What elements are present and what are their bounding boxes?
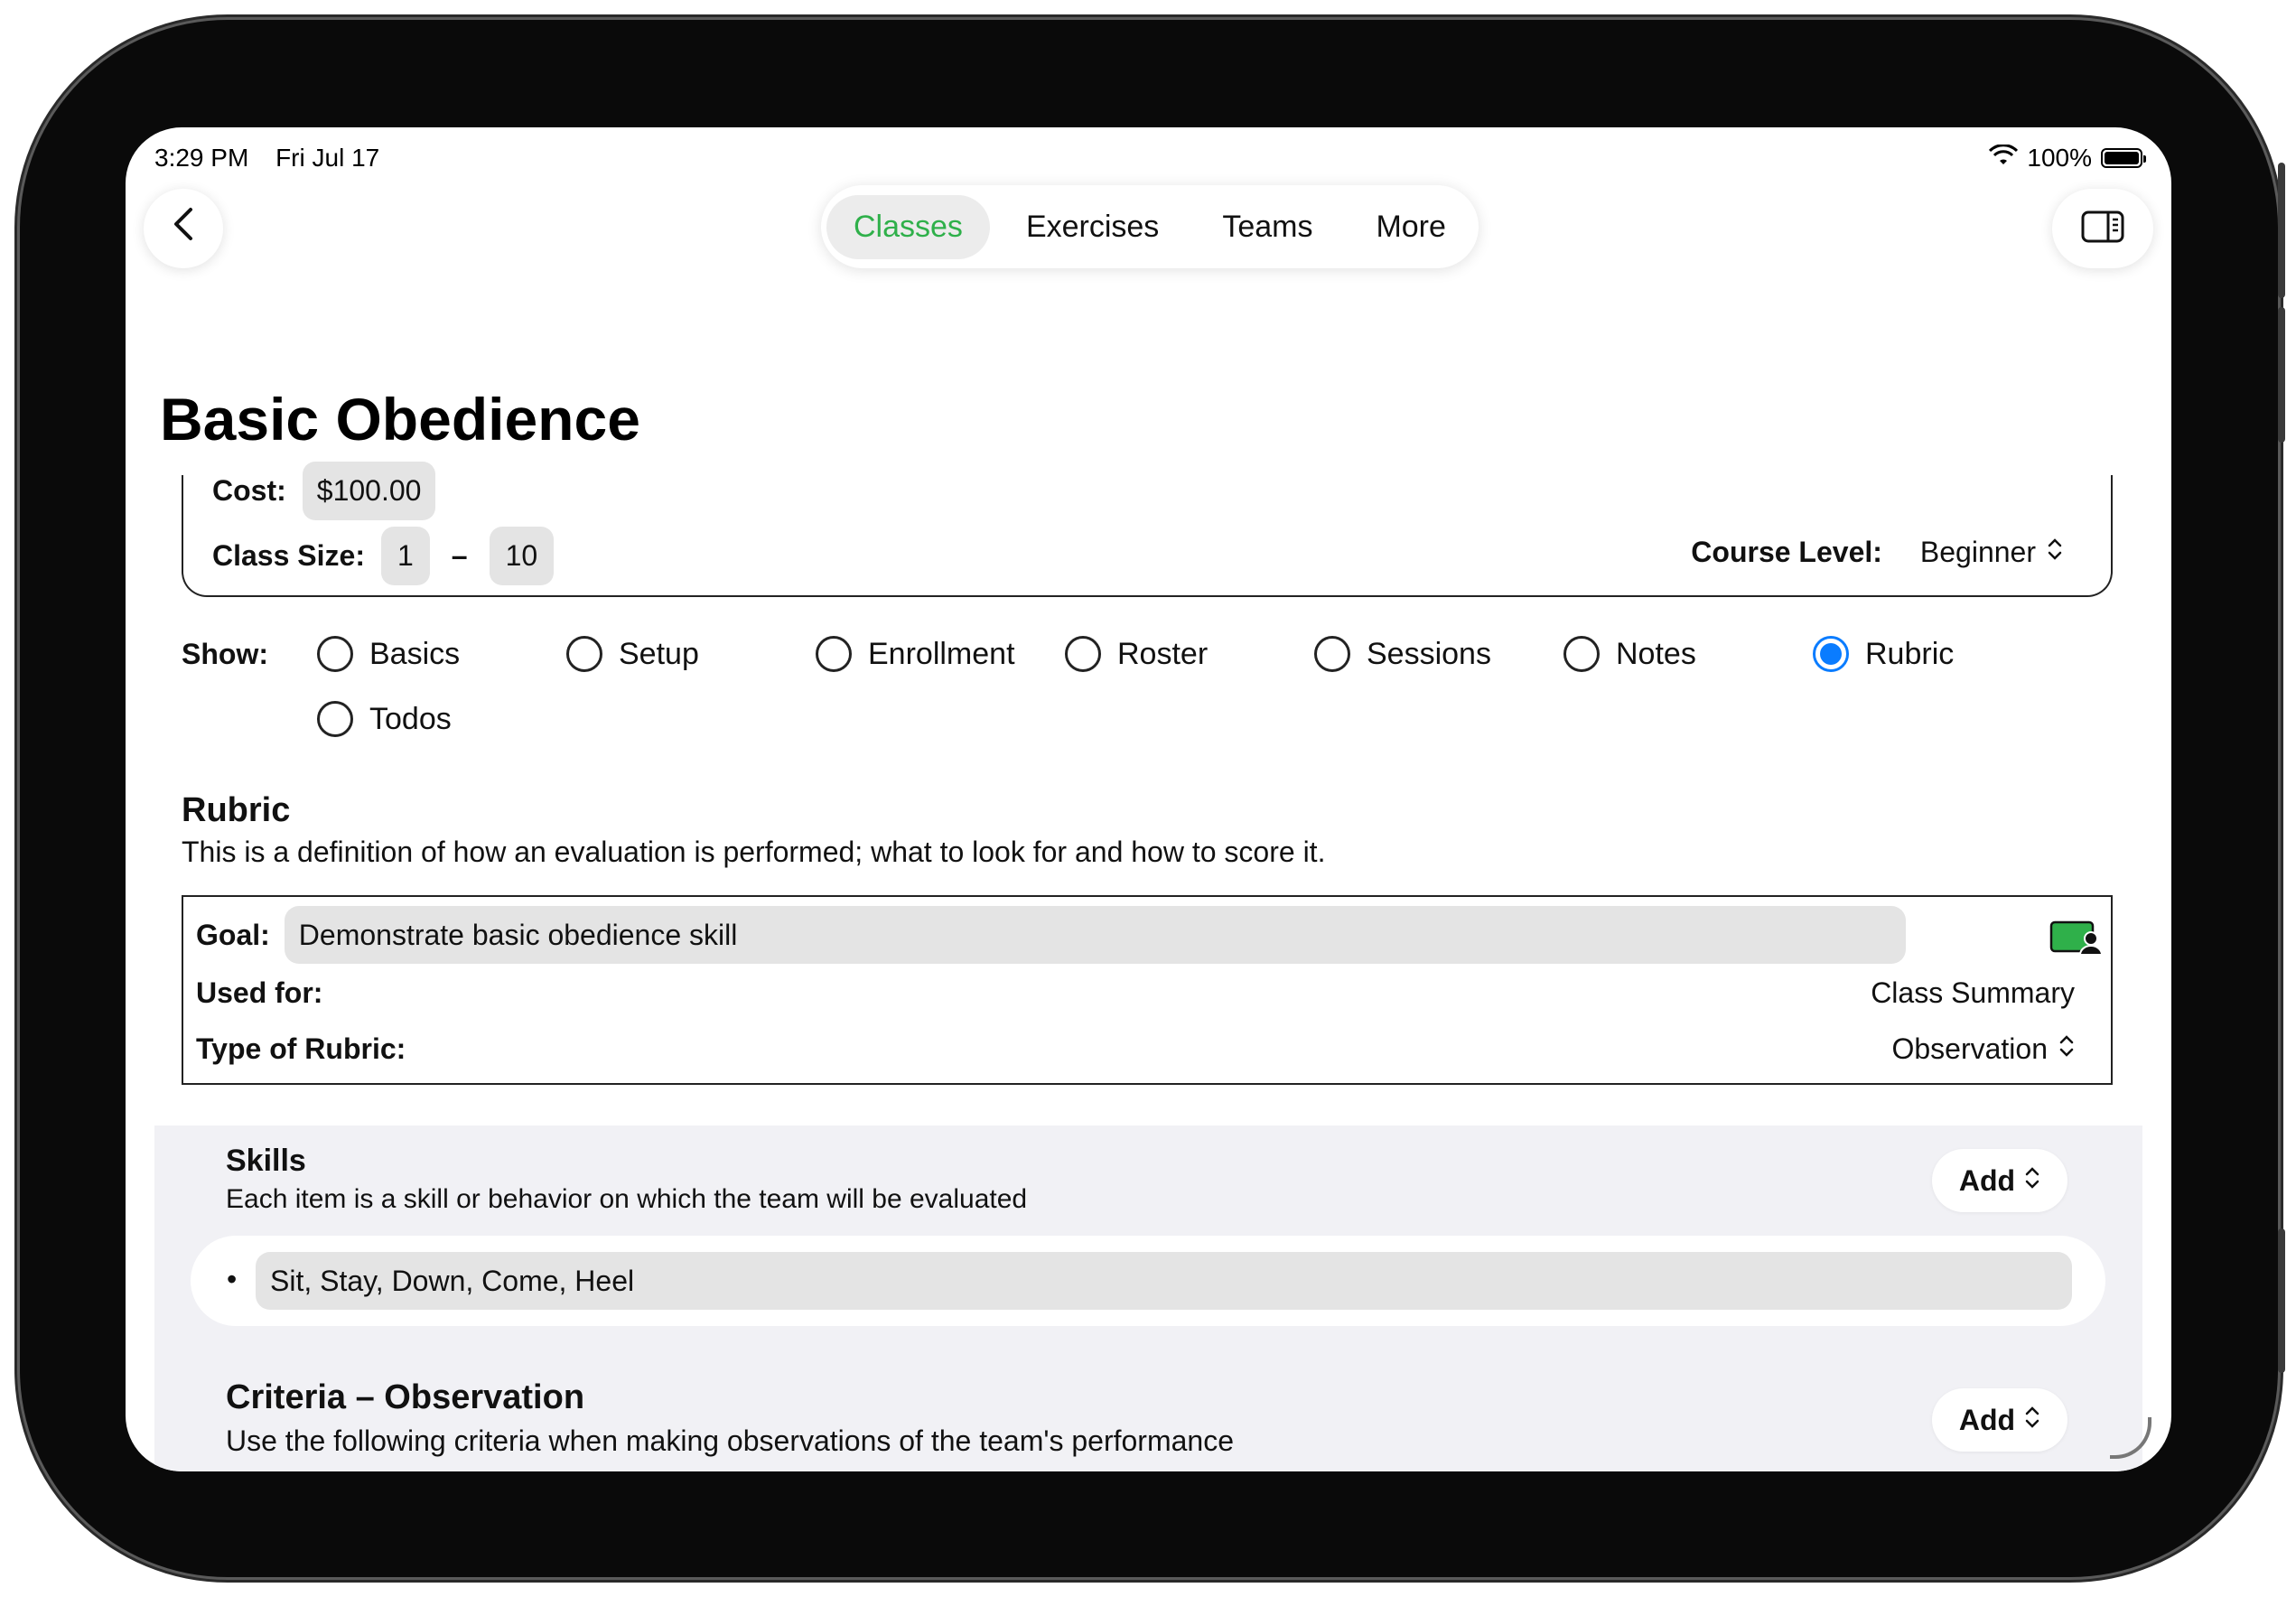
bullet-icon: •	[227, 1263, 238, 1295]
cost-label: Cost:	[212, 474, 286, 507]
status-date: Fri Jul 17	[275, 144, 380, 172]
tab-teams[interactable]: Teams	[1195, 195, 1339, 259]
cost-field[interactable]: $100.00	[302, 462, 436, 520]
radio-label: Sessions	[1367, 636, 1491, 671]
radio-label: Basics	[369, 636, 461, 671]
course-level-picker[interactable]: Beginner	[1920, 536, 2063, 569]
class-size-row: Class Size: 1 – 10	[212, 527, 555, 585]
radio-label: Todos	[369, 701, 452, 736]
radio-circle	[1065, 636, 1101, 672]
cost-row: Cost: $100.00	[212, 462, 436, 520]
criteria-description: Use the following criteria when making o…	[226, 1424, 1234, 1457]
type-of-rubric-picker[interactable]: Observation	[1891, 1032, 2075, 1066]
add-label: Add	[1958, 1403, 2016, 1436]
top-tab-bar: Classes Exercises Teams More	[821, 185, 1479, 268]
tab-classes[interactable]: Classes	[826, 194, 990, 259]
radio-label: Roster	[1117, 636, 1209, 671]
criteria-heading: Criteria – Observation	[226, 1378, 585, 1416]
status-time: 3:29 PM	[154, 144, 249, 172]
add-skill-button[interactable]: Add	[1932, 1149, 2067, 1212]
tab-exercises[interactable]: Exercises	[999, 195, 1186, 259]
volume-button	[2278, 307, 2285, 443]
course-level-label: Course Level:	[1691, 536, 1882, 568]
radio-circle	[317, 636, 353, 672]
radio-label: Rubric	[1865, 636, 1955, 671]
radio-label: Notes	[1616, 636, 1696, 671]
rubric-box: Goal: Demonstrate basic obedience skill …	[182, 895, 2113, 1085]
rubric-heading: Rubric	[182, 791, 291, 829]
status-bar: 3:29 PM Fri Jul 17 100%	[154, 144, 2146, 180]
goal-label: Goal:	[196, 918, 270, 951]
radio-notes[interactable]: Notes	[1563, 636, 1696, 672]
type-of-rubric-value: Observation	[1891, 1032, 2048, 1065]
chevron-up-down-icon	[2024, 1164, 2040, 1198]
power-button	[2278, 1228, 2285, 1373]
sidebar-toggle-button[interactable]	[2052, 189, 2153, 268]
app-screen: 3:29 PM Fri Jul 17 100% Classes Exercise…	[126, 127, 2171, 1471]
chevron-left-icon	[171, 206, 196, 252]
chevron-up-down-icon	[2058, 1032, 2075, 1066]
rubric-description: This is a definition of how an evaluatio…	[182, 836, 1326, 868]
class-size-min-field[interactable]: 1	[380, 527, 430, 585]
add-label: Add	[1958, 1163, 2016, 1197]
tab-more[interactable]: More	[1349, 195, 1472, 259]
course-level-row: Course Level: Beginner	[1691, 536, 2063, 569]
radio-circle	[1314, 636, 1350, 672]
radio-circle	[566, 636, 602, 672]
class-card-icon[interactable]	[2049, 919, 2104, 959]
goal-field[interactable]: Demonstrate basic obedience skill	[284, 906, 1906, 964]
battery-icon	[2101, 148, 2146, 168]
radio-circle	[317, 701, 353, 737]
resize-handle-icon[interactable]	[2110, 1417, 2151, 1459]
chevron-up-down-icon	[2047, 536, 2063, 569]
list-item: • Sit, Stay, Down, Come, Heel	[191, 1236, 2105, 1326]
class-size-max-field[interactable]: 10	[489, 527, 555, 585]
show-filter: Show: Basics Setup Enrollment Roster Ses…	[182, 629, 2114, 755]
skill-field[interactable]: Sit, Stay, Down, Come, Heel	[256, 1252, 2072, 1310]
used-for-label: Used for:	[196, 976, 323, 1009]
radio-sessions[interactable]: Sessions	[1314, 636, 1491, 672]
radio-circle-selected	[1813, 636, 1849, 672]
goal-row: Goal: Demonstrate basic obedience skill	[196, 906, 1906, 964]
radio-rubric[interactable]: Rubric	[1813, 636, 1954, 672]
course-level-value: Beginner	[1919, 536, 2036, 568]
sidebar-right-icon	[2081, 210, 2124, 247]
radio-circle	[816, 636, 852, 672]
radio-setup[interactable]: Setup	[566, 636, 699, 672]
skills-description: Each item is a skill or behavior on whic…	[226, 1184, 1028, 1214]
page-title: Basic Obedience	[160, 386, 640, 453]
class-size-label: Class Size:	[212, 539, 365, 572]
skills-heading: Skills	[226, 1144, 306, 1178]
class-size-dash: –	[451, 539, 468, 572]
chevron-up-down-icon	[2024, 1404, 2040, 1437]
used-for-value: Class Summary	[1871, 976, 2075, 1009]
radio-roster[interactable]: Roster	[1065, 636, 1208, 672]
back-button[interactable]	[144, 189, 223, 268]
volume-button	[2278, 163, 2285, 298]
radio-enrollment[interactable]: Enrollment	[816, 636, 1015, 672]
wifi-icon	[1989, 144, 2019, 173]
radio-label: Setup	[619, 636, 699, 671]
radio-circle	[1563, 636, 1600, 672]
radio-basics[interactable]: Basics	[317, 636, 460, 672]
radio-todos[interactable]: Todos	[317, 701, 452, 737]
type-of-rubric-label: Type of Rubric:	[196, 1032, 406, 1065]
show-label: Show:	[182, 638, 268, 670]
radio-label: Enrollment	[868, 636, 1015, 671]
add-criteria-button[interactable]: Add	[1932, 1388, 2067, 1452]
battery-percent: 100%	[2027, 144, 2092, 172]
